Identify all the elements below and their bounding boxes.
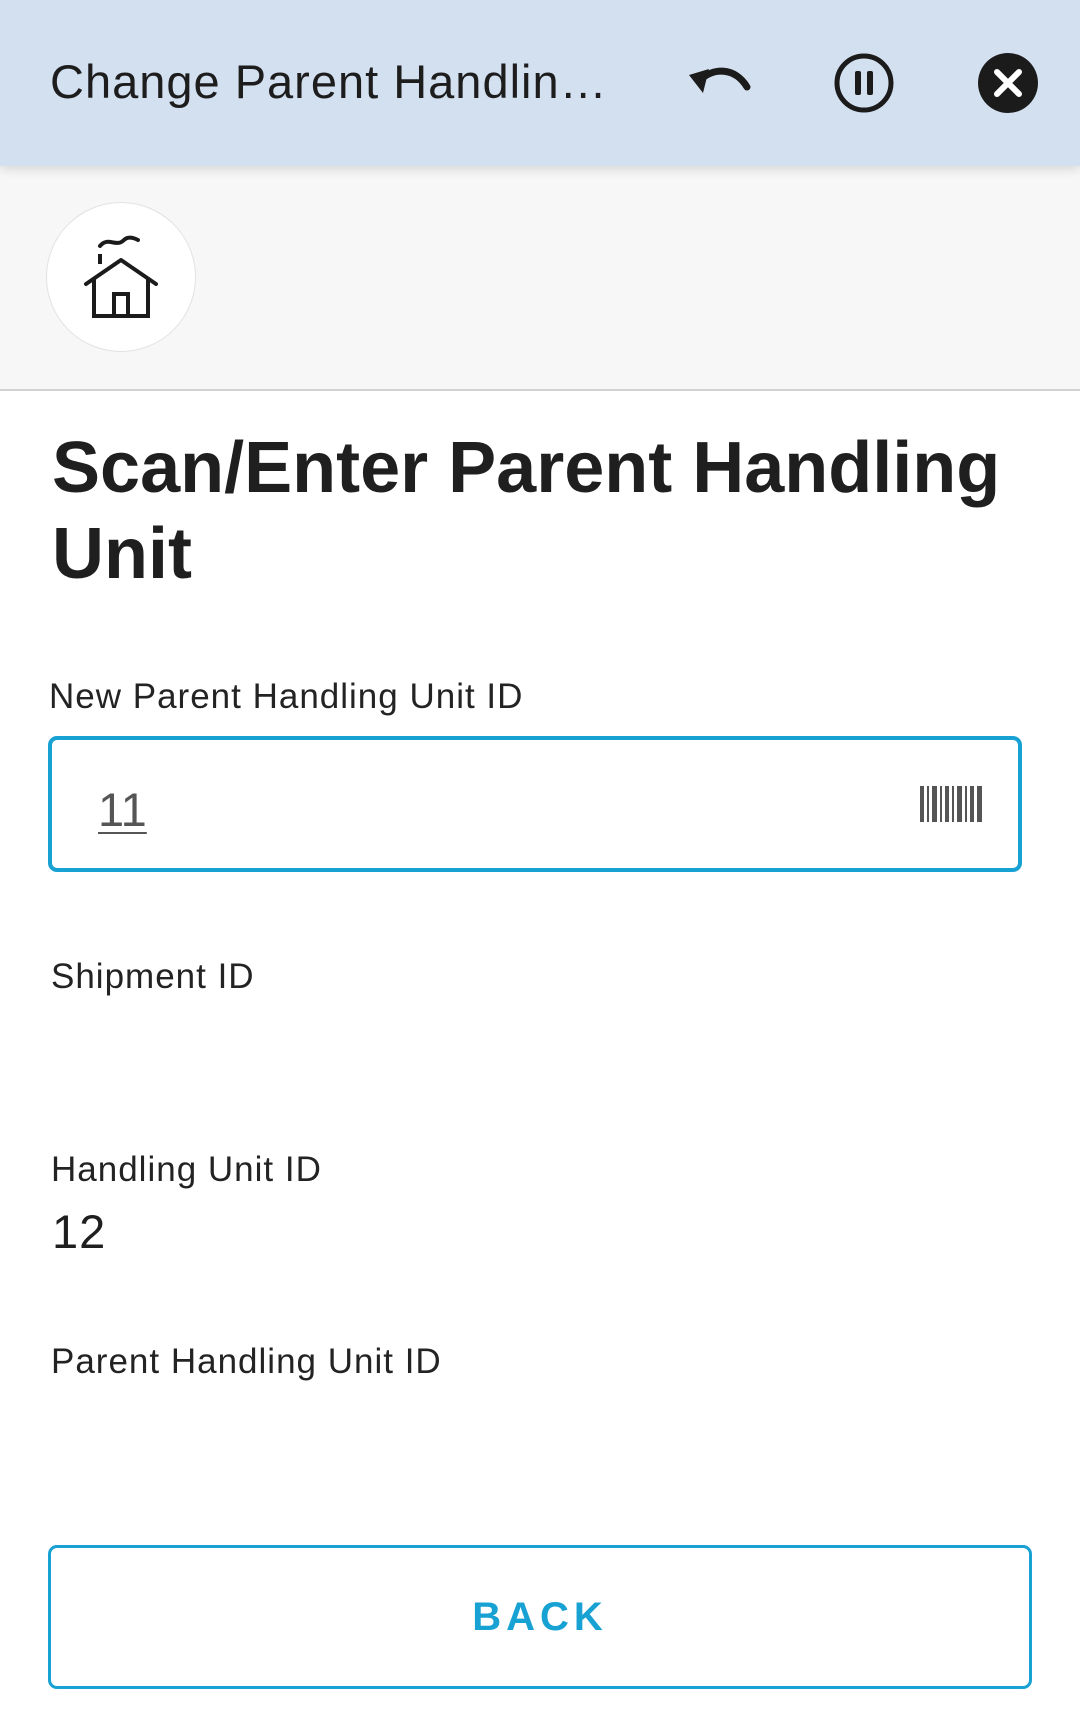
handling-unit-id-value: 12	[52, 1205, 107, 1258]
home-button[interactable]	[46, 202, 196, 352]
parent-handling-unit-id-label: Parent Handling Unit ID	[51, 1342, 442, 1381]
pause-circle-icon	[834, 53, 894, 113]
page-title: Change Parent Handling Unit	[50, 55, 620, 108]
barcode-scan-button[interactable]	[920, 786, 982, 822]
barcode-icon	[920, 786, 982, 822]
section-heading: Scan/Enter Parent Handling Unit	[52, 428, 1001, 594]
top-app-bar: Change Parent Handling Unit	[0, 0, 1080, 166]
pause-button[interactable]	[819, 38, 909, 128]
undo-icon	[689, 67, 751, 93]
shipment-id-label: Shipment ID	[51, 957, 255, 996]
back-button[interactable]: BACK	[48, 1545, 1032, 1689]
home-icon	[84, 235, 158, 318]
new-parent-hu-label: New Parent Handling Unit ID	[49, 677, 524, 716]
handling-unit-id-label: Handling Unit ID	[51, 1150, 322, 1189]
new-parent-hu-field[interactable]: 11	[48, 736, 1022, 872]
undo-button[interactable]	[675, 38, 765, 128]
close-circle-icon	[978, 53, 1038, 113]
home-bar	[0, 166, 1080, 391]
close-button[interactable]	[963, 38, 1053, 128]
new-parent-hu-input[interactable]: 11	[98, 782, 798, 838]
